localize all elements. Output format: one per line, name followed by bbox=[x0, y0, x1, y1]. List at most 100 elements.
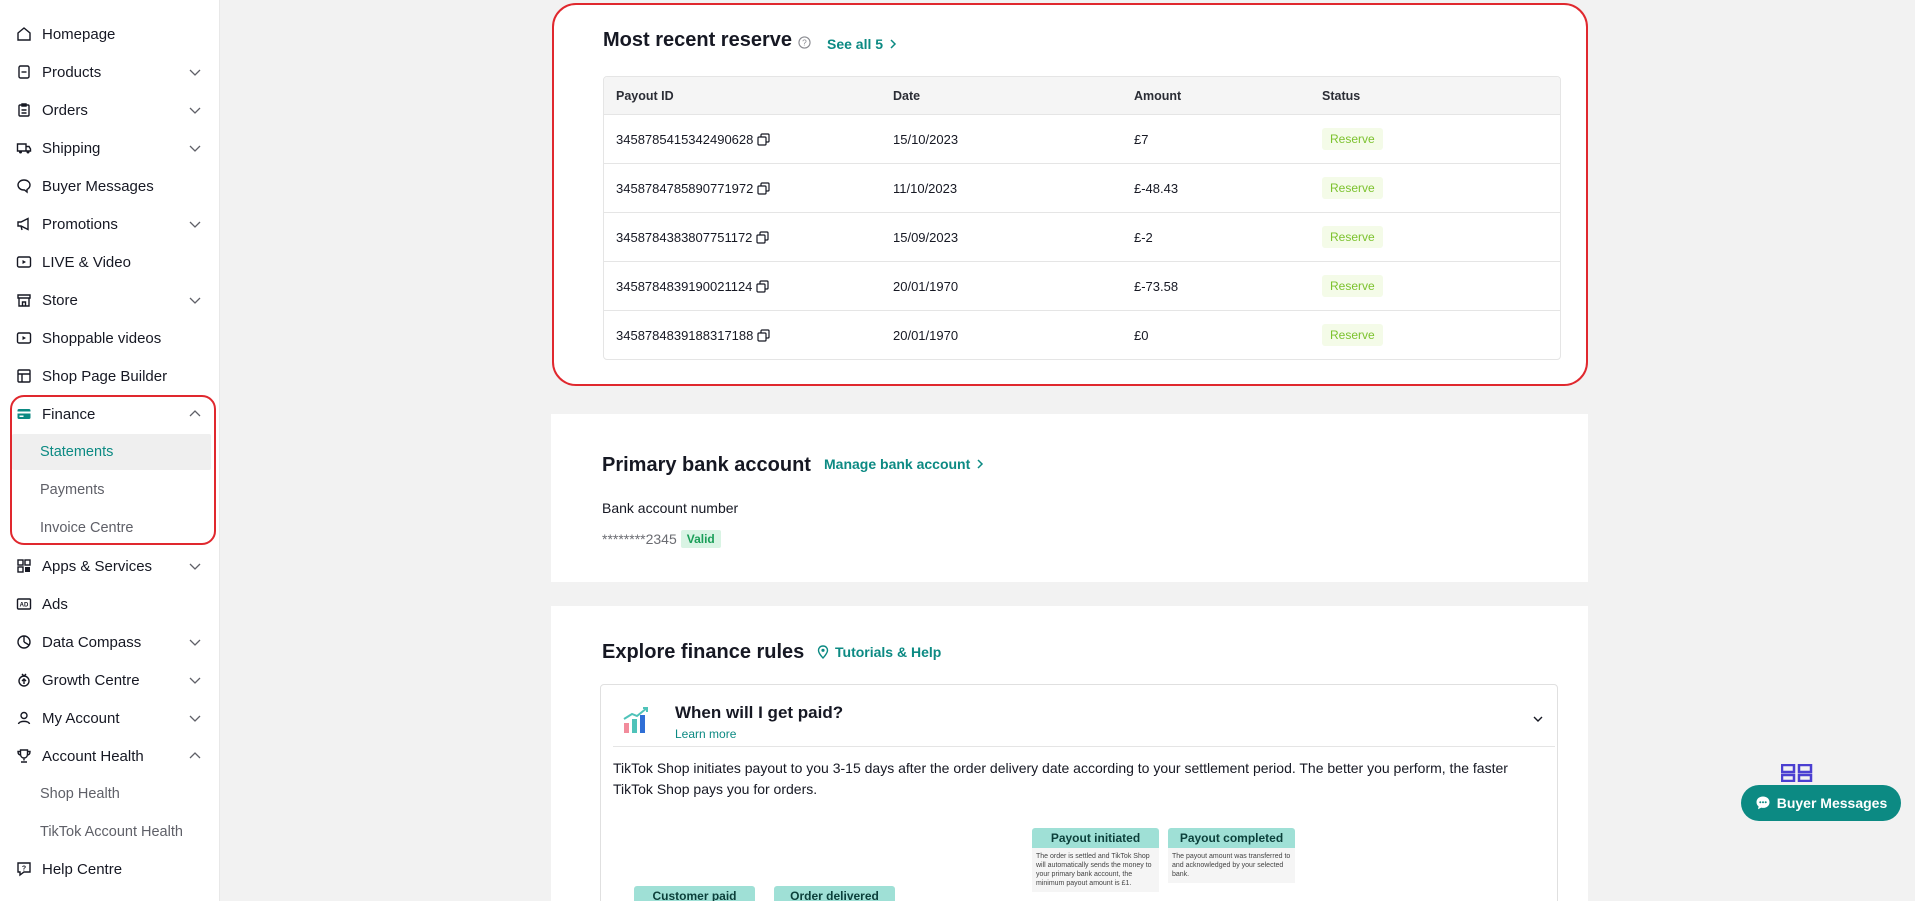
growth-icon bbox=[16, 672, 32, 688]
bank-account-number-row: ********2345 Valid bbox=[602, 530, 721, 548]
flow-payout-initiated: Payout initiated The order is settled an… bbox=[1032, 828, 1159, 893]
sidebar-item-promotions[interactable]: Promotions bbox=[12, 207, 211, 241]
chevron-down-icon bbox=[189, 639, 201, 646]
sidebar-item-finance[interactable]: Finance bbox=[12, 397, 211, 431]
faq-divider bbox=[613, 746, 1555, 747]
faq-panel: When will I get paid? Learn more TikTok … bbox=[600, 684, 1558, 901]
sidebar-item-store[interactable]: Store bbox=[12, 283, 211, 317]
sidebar-item-label: Finance bbox=[42, 405, 96, 423]
sidebar-subitem-shop-health[interactable]: Shop Health bbox=[12, 776, 211, 812]
table-header: Payout ID Date Amount Status bbox=[604, 77, 1560, 114]
chevron-down-icon[interactable] bbox=[1533, 715, 1543, 723]
bank-title: Primary bank account bbox=[602, 454, 811, 476]
buyer-messages-label: Buyer Messages bbox=[1776, 795, 1888, 811]
chat-icon bbox=[16, 178, 32, 194]
sidebar-subitem-tiktok-account-health[interactable]: TikTok Account Health bbox=[12, 814, 211, 850]
col-payout-id: Payout ID bbox=[616, 88, 674, 103]
sidebar-item-label: Shop Page Builder bbox=[42, 367, 168, 385]
trophy-icon bbox=[16, 748, 32, 764]
chevron-down-icon bbox=[189, 677, 201, 684]
sidebar-item-apps-services[interactable]: Apps & Services bbox=[12, 549, 211, 583]
sidebar-item-help-centre[interactable]: ? Help Centre bbox=[12, 852, 211, 886]
sidebar-item-my-account[interactable]: My Account bbox=[12, 701, 211, 735]
chevron-down-icon bbox=[189, 221, 201, 228]
sidebar-item-label: Buyer Messages bbox=[42, 177, 154, 195]
copy-icon[interactable] bbox=[756, 279, 770, 293]
payout-id: 3458784839188317188 bbox=[616, 327, 754, 343]
flow-payout-completed: Payout completed The payout amount was t… bbox=[1168, 828, 1295, 884]
manage-bank-account-label: Manage bank account bbox=[824, 456, 971, 472]
payout-id-cell: 3458784839188317188 bbox=[604, 328, 881, 343]
reserve-title: Most recent reserve bbox=[603, 29, 792, 51]
sidebar-item-account-health[interactable]: Account Health bbox=[12, 739, 211, 773]
faq-question[interactable]: When will I get paid? bbox=[675, 703, 843, 723]
sidebar-item-growth-centre[interactable]: Growth Centre bbox=[12, 663, 211, 697]
payout-id-cell: 3458784383807751172 bbox=[604, 230, 881, 245]
location-pin-icon bbox=[817, 645, 829, 659]
copy-icon[interactable] bbox=[757, 132, 770, 146]
date-cell: 20/01/1970 bbox=[893, 327, 959, 343]
tutorials-help-link[interactable]: Tutorials & Help bbox=[817, 644, 941, 660]
chevron-down-icon bbox=[189, 107, 201, 114]
payout-initiated-label: Payout initiated bbox=[1032, 828, 1159, 848]
payout-id-cell: 3458784839190021124 bbox=[604, 279, 881, 294]
sidebar-subitem-payments[interactable]: Payments bbox=[12, 472, 211, 508]
copy-icon[interactable] bbox=[757, 328, 770, 342]
copy-icon[interactable] bbox=[757, 181, 770, 195]
sidebar-item-live-video[interactable]: LIVE & Video bbox=[12, 245, 211, 279]
sidebar-item-shipping[interactable]: Shipping bbox=[12, 131, 211, 165]
chevron-up-icon bbox=[189, 410, 201, 417]
chevron-down-icon bbox=[189, 297, 201, 304]
most-recent-reserve-card: Most recent reserve ? See all 5 Payout I… bbox=[552, 3, 1588, 386]
sidebar-item-homepage[interactable]: Homepage bbox=[12, 17, 211, 51]
chevron-down-icon bbox=[189, 69, 201, 76]
sidebar-subitem-statements[interactable]: Statements bbox=[12, 434, 211, 470]
help-icon: ? bbox=[16, 861, 32, 877]
sidebar-item-data-compass[interactable]: Data Compass bbox=[12, 625, 211, 659]
flow-customer-paid: Customer paid bbox=[634, 886, 755, 901]
layout-icon bbox=[16, 368, 32, 384]
svg-text:AD: AD bbox=[20, 603, 29, 609]
sidebar-item-shoppable-videos[interactable]: Shoppable videos bbox=[12, 321, 211, 355]
payout-id-cell: 3458784785890771972 bbox=[604, 181, 881, 196]
payout-id: 3458784839190021124 bbox=[616, 278, 753, 294]
see-all-link[interactable]: See all 5 bbox=[827, 36, 897, 52]
date-cell: 15/10/2023 bbox=[893, 131, 959, 147]
svg-text:?: ? bbox=[22, 866, 26, 873]
info-icon[interactable]: ? bbox=[798, 36, 811, 49]
payout-completed-text: The payout amount was transferred to and… bbox=[1168, 848, 1295, 884]
sidebar-item-orders[interactable]: Orders bbox=[12, 93, 211, 127]
sidebar-item-ads[interactable]: AD Ads bbox=[12, 587, 211, 621]
col-status: Status bbox=[1322, 88, 1361, 103]
sidebar-item-buyer-messages[interactable]: Buyer Messages bbox=[12, 169, 211, 203]
buyer-messages-float-button[interactable]: Buyer Messages bbox=[1741, 785, 1901, 821]
card-icon bbox=[16, 406, 32, 422]
status-badge: Reserve bbox=[1322, 275, 1383, 297]
learn-more-link[interactable]: Learn more bbox=[675, 727, 736, 741]
table-row: 3458784839190021124 20/01/1970 £-73.58 Rese… bbox=[604, 261, 1560, 310]
manage-bank-account-link[interactable]: Manage bank account bbox=[824, 456, 984, 472]
sidebar-item-label: Promotions bbox=[42, 215, 118, 233]
box-icon bbox=[16, 64, 32, 80]
copy-icon[interactable] bbox=[756, 230, 770, 244]
user-icon bbox=[16, 710, 32, 726]
status-cell: Reserve bbox=[1310, 275, 1560, 297]
status-badge: Reserve bbox=[1322, 177, 1383, 199]
chevron-down-icon bbox=[189, 563, 201, 570]
status-cell: Reserve bbox=[1310, 226, 1560, 248]
date-cell: 11/10/2023 bbox=[893, 180, 958, 196]
flow-order-delivered: Order delivered bbox=[774, 886, 895, 901]
chat-bubble-icon bbox=[1756, 796, 1770, 810]
chevron-down-icon bbox=[189, 145, 201, 152]
clipboard-icon bbox=[16, 102, 32, 118]
floating-grid-icon[interactable] bbox=[1781, 764, 1813, 782]
table-row: 3458784839188317188 20/01/1970 £0 Reserve bbox=[604, 310, 1560, 359]
date-cell: 20/01/1970 bbox=[893, 278, 959, 294]
sidebar-item-label: Orders bbox=[42, 101, 88, 119]
sidebar-item-shop-page-builder[interactable]: Shop Page Builder bbox=[12, 359, 211, 393]
sidebar-item-products[interactable]: Products bbox=[12, 55, 211, 89]
video-icon bbox=[16, 254, 32, 270]
sidebar-item-label: Apps & Services bbox=[42, 557, 153, 575]
sidebar-item-label: Ads bbox=[42, 595, 68, 613]
sidebar-subitem-invoice-centre[interactable]: Invoice Centre bbox=[12, 510, 211, 546]
